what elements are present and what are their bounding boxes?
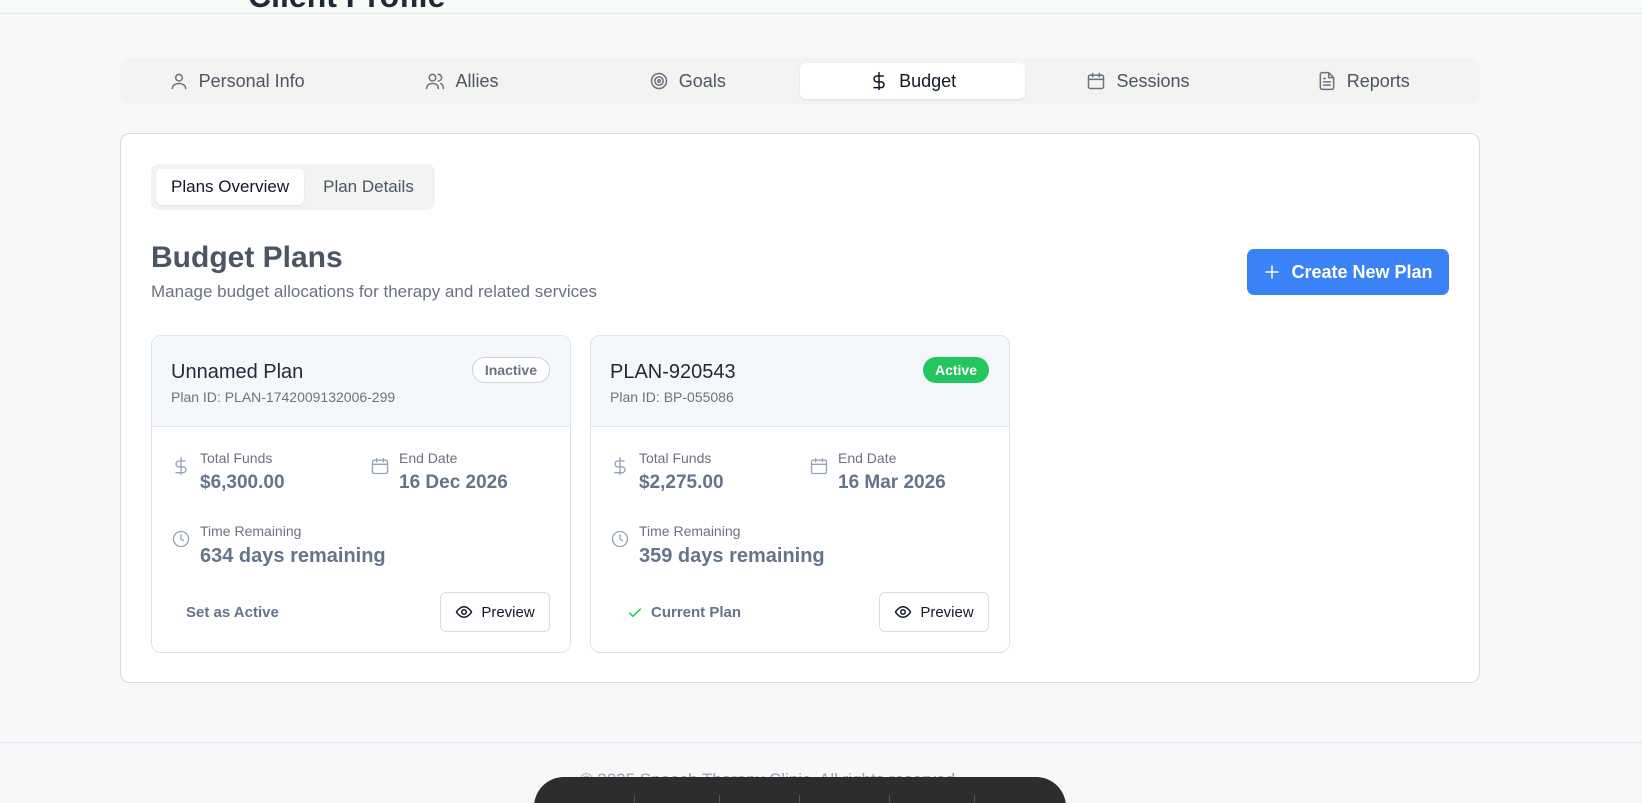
- time-remaining-value: 634 days remaining: [200, 545, 386, 567]
- tab-label: Reports: [1346, 70, 1410, 91]
- tab-label: Personal Info: [198, 70, 305, 91]
- preview-label: Preview: [481, 603, 535, 621]
- total-funds-value: $6,300.00: [200, 472, 285, 493]
- preview-label: Preview: [920, 603, 974, 621]
- create-label: Create New Plan: [1291, 261, 1433, 282]
- target-icon: [650, 72, 668, 90]
- set-as-active-label: Set as Active: [186, 604, 279, 621]
- time-remaining-label: Time Remaining: [639, 523, 741, 539]
- toolbar-separator: [974, 795, 975, 803]
- users-icon: [426, 73, 445, 90]
- status-badge: Active: [922, 357, 989, 383]
- floating-toolbar[interactable]: [534, 777, 1066, 803]
- user-icon: [171, 73, 187, 90]
- tab-reports[interactable]: Reports: [1251, 63, 1476, 99]
- end-date-value: 16 Dec 2026: [399, 472, 508, 493]
- tab-personal-info[interactable]: Personal Info: [124, 63, 349, 99]
- top-bar: [0, 0, 1642, 14]
- calendar-icon: [809, 456, 829, 478]
- plan-name: PLAN-920543: [610, 361, 736, 383]
- calendar-icon: [1088, 72, 1105, 90]
- tab-label: Goals: [678, 70, 726, 91]
- check-icon: [628, 607, 642, 617]
- tab-label: Allies: [455, 70, 499, 91]
- total-funds-label: Total Funds: [639, 450, 712, 466]
- tab-label: Sessions: [1116, 70, 1190, 91]
- time-remaining-label: Time Remaining: [200, 523, 302, 539]
- dollar-icon: [171, 456, 191, 478]
- budget-subtabs: Plans Overview Plan Details: [151, 164, 435, 210]
- plan-id: Plan ID: BP-055086: [610, 389, 734, 405]
- eye-icon: [895, 606, 912, 618]
- file-text-icon: [1319, 71, 1335, 91]
- dollar-icon: [873, 71, 885, 91]
- tab-sessions[interactable]: Sessions: [1025, 63, 1250, 99]
- section-subtitle: Manage budget allocations for therapy an…: [151, 282, 598, 301]
- plan-id: Plan ID: PLAN-1742009132006-299: [171, 389, 396, 405]
- tab-budget[interactable]: Budget: [799, 63, 1026, 99]
- clock-icon: [610, 529, 630, 551]
- toolbar-separator: [719, 795, 720, 803]
- preview-button[interactable]: Preview: [879, 592, 989, 632]
- calendar-icon: [370, 456, 390, 478]
- toolbar-separator: [634, 795, 635, 803]
- toolbar-separator: [799, 795, 800, 803]
- plus-icon: [1265, 265, 1280, 279]
- tab-goals[interactable]: Goals: [575, 63, 800, 99]
- section-title: Budget Plans: [151, 241, 343, 274]
- subtab-plan-details[interactable]: Plan Details: [308, 169, 429, 205]
- set-as-active-button[interactable]: Set as Active: [186, 604, 279, 621]
- budget-panel: Plans Overview Plan Details Budget Plans…: [120, 133, 1480, 683]
- profile-tabs: Personal Info Allies Goals Budget Sessio…: [120, 58, 1480, 104]
- end-date-label: End Date: [399, 450, 458, 466]
- dollar-icon: [610, 456, 630, 478]
- current-plan-label: Current Plan: [651, 604, 742, 621]
- tab-label: Budget: [899, 70, 957, 91]
- tab-allies[interactable]: Allies: [349, 63, 574, 99]
- plan-name: Unnamed Plan: [171, 361, 304, 383]
- page-title: Client Profile: [248, 0, 445, 15]
- end-date-value: 16 Mar 2026: [838, 472, 946, 493]
- status-badge: Inactive: [471, 357, 550, 383]
- clock-icon: [171, 529, 191, 551]
- subtab-plans-overview[interactable]: Plans Overview: [156, 169, 305, 205]
- plan-card: PLAN-920543 Plan ID: BP-055086 Active To…: [590, 335, 1010, 653]
- plan-card-header: Unnamed Plan Plan ID: PLAN-1742009132006…: [152, 336, 570, 427]
- total-funds-value: $2,275.00: [639, 472, 724, 493]
- plan-card: Unnamed Plan Plan ID: PLAN-1742009132006…: [151, 335, 571, 653]
- plan-card-header: PLAN-920543 Plan ID: BP-055086 Active: [591, 336, 1009, 427]
- preview-button[interactable]: Preview: [440, 592, 550, 632]
- end-date-label: End Date: [838, 450, 897, 466]
- create-new-plan-button[interactable]: Create New Plan: [1247, 249, 1449, 295]
- time-remaining-value: 359 days remaining: [639, 545, 825, 567]
- footer-divider: [0, 742, 1642, 743]
- toolbar-separator: [889, 795, 890, 803]
- current-plan-indicator: Current Plan: [627, 604, 741, 621]
- eye-icon: [456, 606, 473, 618]
- total-funds-label: Total Funds: [200, 450, 273, 466]
